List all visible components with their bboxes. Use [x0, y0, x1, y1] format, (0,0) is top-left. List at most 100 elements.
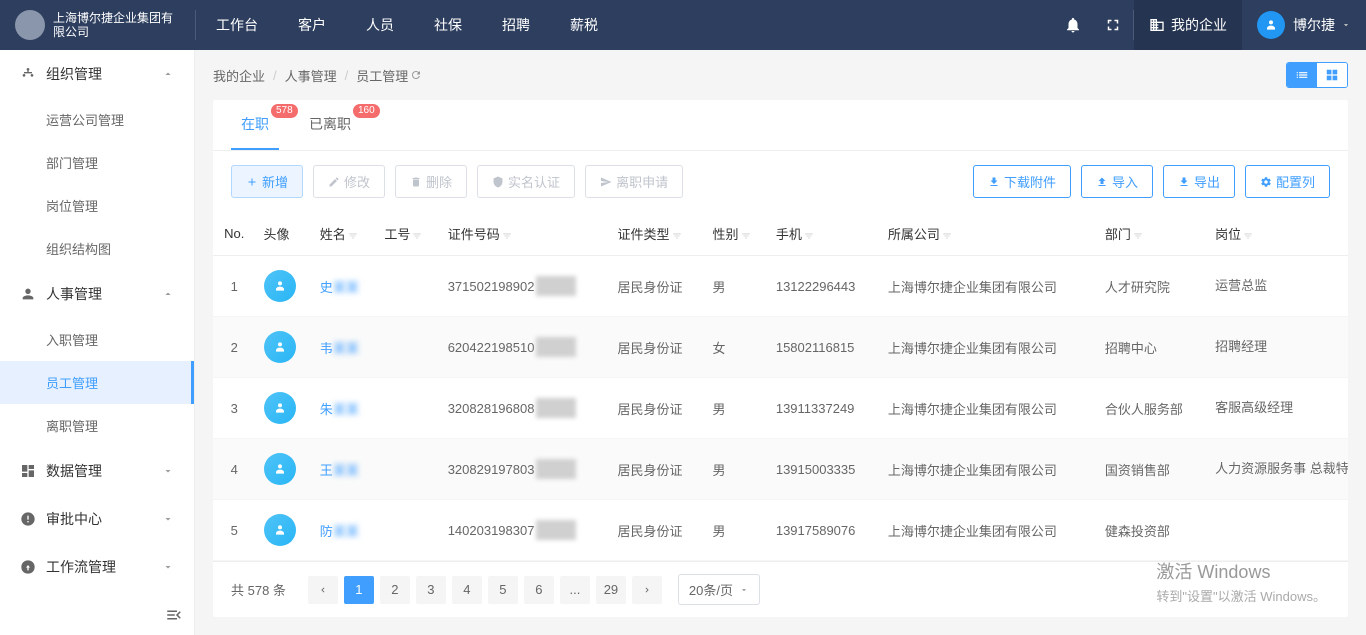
- sidebar-group-approval[interactable]: 审批中心: [0, 495, 194, 543]
- download-button[interactable]: 下载附件: [973, 165, 1071, 198]
- tab-label: 已离职: [309, 116, 351, 132]
- nav-recruit[interactable]: 招聘: [482, 0, 550, 50]
- list-view-button[interactable]: [1287, 63, 1317, 87]
- content-area: 我的企业 / 人事管理 / 员工管理 在职 578 已离职 160: [195, 50, 1366, 635]
- resign-button[interactable]: 离职申请: [585, 165, 683, 198]
- sidebar-group-workflow[interactable]: 工作流管理: [0, 543, 194, 591]
- edit-button[interactable]: 修改: [313, 165, 385, 198]
- cell-name[interactable]: 朱某某: [312, 378, 377, 439]
- chevron-down-icon: [162, 465, 174, 477]
- main-card: 在职 578 已离职 160 新增 修改 删除 实名认证 离职申请 下载附件 导…: [213, 100, 1348, 617]
- cell-idno: 140203198307: [440, 500, 610, 561]
- delete-button[interactable]: 删除: [395, 165, 467, 198]
- next-page-button[interactable]: [632, 576, 662, 604]
- page-size-select[interactable]: 20条/页: [678, 574, 760, 605]
- breadcrumb-item[interactable]: 人事管理: [285, 66, 337, 85]
- fullscreen-icon[interactable]: [1093, 0, 1133, 50]
- table-row[interactable]: 1 史某某 371502198902 居民身份证 男 13122296443 上…: [213, 256, 1348, 317]
- th-idtype[interactable]: 证件类型: [609, 212, 704, 256]
- page-number-button[interactable]: 2: [380, 576, 410, 604]
- collapse-icon: [165, 606, 183, 624]
- th-gender[interactable]: 性别: [705, 212, 768, 256]
- cell-idno: 620422198510: [440, 317, 610, 378]
- prev-page-button[interactable]: [308, 576, 338, 604]
- nav-personnel[interactable]: 人员: [346, 0, 414, 50]
- page-number-button[interactable]: 6: [524, 576, 554, 604]
- username: 博尔捷: [1293, 15, 1335, 35]
- employee-avatar: [264, 270, 296, 302]
- my-company-button[interactable]: 我的企业: [1134, 0, 1242, 50]
- cell-company: 上海博尔捷企业集团有限公司: [880, 317, 1097, 378]
- table-header-row: No. 头像 姓名 工号 证件号码 证件类型 性别 手机 所属公司 部门 岗位: [213, 212, 1348, 256]
- table-row[interactable]: 5 防某某 140203198307 居民身份证 男 13917589076 上…: [213, 500, 1348, 561]
- notification-icon[interactable]: [1053, 0, 1093, 50]
- th-avatar: 头像: [256, 212, 312, 256]
- cell-avatar: [256, 439, 312, 500]
- cell-gender: 男: [705, 439, 768, 500]
- th-dept[interactable]: 部门: [1097, 212, 1207, 256]
- verify-button[interactable]: 实名认证: [477, 165, 575, 198]
- breadcrumb-item[interactable]: 我的企业: [213, 66, 265, 85]
- cell-name[interactable]: 王某某: [312, 439, 377, 500]
- cell-name[interactable]: 防某某: [312, 500, 377, 561]
- th-empno[interactable]: 工号: [376, 212, 439, 256]
- page-number-button[interactable]: 29: [596, 576, 626, 604]
- sidebar-item-offboard[interactable]: 离职管理: [0, 404, 194, 447]
- config-columns-button[interactable]: 配置列: [1245, 165, 1330, 198]
- th-phone[interactable]: 手机: [768, 212, 880, 256]
- cell-dept: 人才研究院: [1097, 256, 1207, 317]
- filter-icon: [412, 231, 422, 241]
- company-selector[interactable]: 上海博尔捷企业集团有限公司: [0, 10, 195, 40]
- sidebar-group-org[interactable]: 组织管理: [0, 50, 194, 98]
- approval-icon: [20, 511, 36, 527]
- sidebar-item-org-chart[interactable]: 组织结构图: [0, 227, 194, 270]
- filter-icon: [672, 231, 682, 241]
- sidebar-group-hr[interactable]: 人事管理: [0, 270, 194, 318]
- import-button[interactable]: 导入: [1081, 165, 1153, 198]
- page-number-button[interactable]: 1: [344, 576, 374, 604]
- cell-name[interactable]: 韦某某: [312, 317, 377, 378]
- page-number-button[interactable]: 3: [416, 576, 446, 604]
- export-button[interactable]: 导出: [1163, 165, 1235, 198]
- th-idno[interactable]: 证件号码: [440, 212, 610, 256]
- table-row[interactable]: 2 韦某某 620422198510 居民身份证 女 15802116815 上…: [213, 317, 1348, 378]
- table-row[interactable]: 4 王某某 320829197803 居民身份证 男 13915003335 上…: [213, 439, 1348, 500]
- nav-salary[interactable]: 薪税: [550, 0, 618, 50]
- cell-name[interactable]: 史某某: [312, 256, 377, 317]
- sidebar-item-employee[interactable]: 员工管理: [0, 361, 194, 404]
- add-button[interactable]: 新增: [231, 165, 303, 198]
- page-number-button[interactable]: 4: [452, 576, 482, 604]
- tab-label: 在职: [241, 116, 269, 132]
- refresh-icon[interactable]: [410, 69, 422, 81]
- sidebar-group-label: 工作流管理: [46, 557, 162, 577]
- main-nav: 工作台 客户 人员 社保 招聘 薪税: [196, 0, 1053, 50]
- nav-customer[interactable]: 客户: [278, 0, 346, 50]
- sidebar-item-operating-co[interactable]: 运营公司管理: [0, 98, 194, 141]
- cell-empno: [376, 500, 439, 561]
- org-icon: [20, 66, 36, 82]
- filter-icon: [741, 231, 751, 241]
- sidebar-group-data[interactable]: 数据管理: [0, 447, 194, 495]
- user-menu[interactable]: 博尔捷: [1242, 11, 1366, 39]
- page-ellipsis[interactable]: ...: [560, 576, 590, 604]
- sidebar-item-dept[interactable]: 部门管理: [0, 141, 194, 184]
- sidebar-collapse-button[interactable]: [154, 595, 194, 635]
- th-post[interactable]: 岗位: [1207, 212, 1348, 256]
- th-name[interactable]: 姓名: [312, 212, 377, 256]
- tab-active-employees[interactable]: 在职 578: [231, 100, 279, 150]
- page-number-button[interactable]: 5: [488, 576, 518, 604]
- nav-workspace[interactable]: 工作台: [196, 0, 278, 50]
- th-company[interactable]: 所属公司: [880, 212, 1097, 256]
- sidebar-item-onboard[interactable]: 入职管理: [0, 318, 194, 361]
- grid-view-button[interactable]: [1317, 63, 1347, 87]
- nav-social-insurance[interactable]: 社保: [414, 0, 482, 50]
- cell-phone: 13915003335: [768, 439, 880, 500]
- tab-left-employees[interactable]: 已离职 160: [299, 100, 361, 150]
- table-row[interactable]: 3 朱某某 320828196808 居民身份证 男 13911337249 上…: [213, 378, 1348, 439]
- sidebar-item-post[interactable]: 岗位管理: [0, 184, 194, 227]
- cell-empno: [376, 256, 439, 317]
- cell-phone: 13122296443: [768, 256, 880, 317]
- sidebar: 组织管理 运营公司管理 部门管理 岗位管理 组织结构图 人事管理 入职管理 员工…: [0, 50, 195, 635]
- cell-idtype: 居民身份证: [609, 317, 704, 378]
- table-wrapper[interactable]: No. 头像 姓名 工号 证件号码 证件类型 性别 手机 所属公司 部门 岗位: [213, 212, 1348, 561]
